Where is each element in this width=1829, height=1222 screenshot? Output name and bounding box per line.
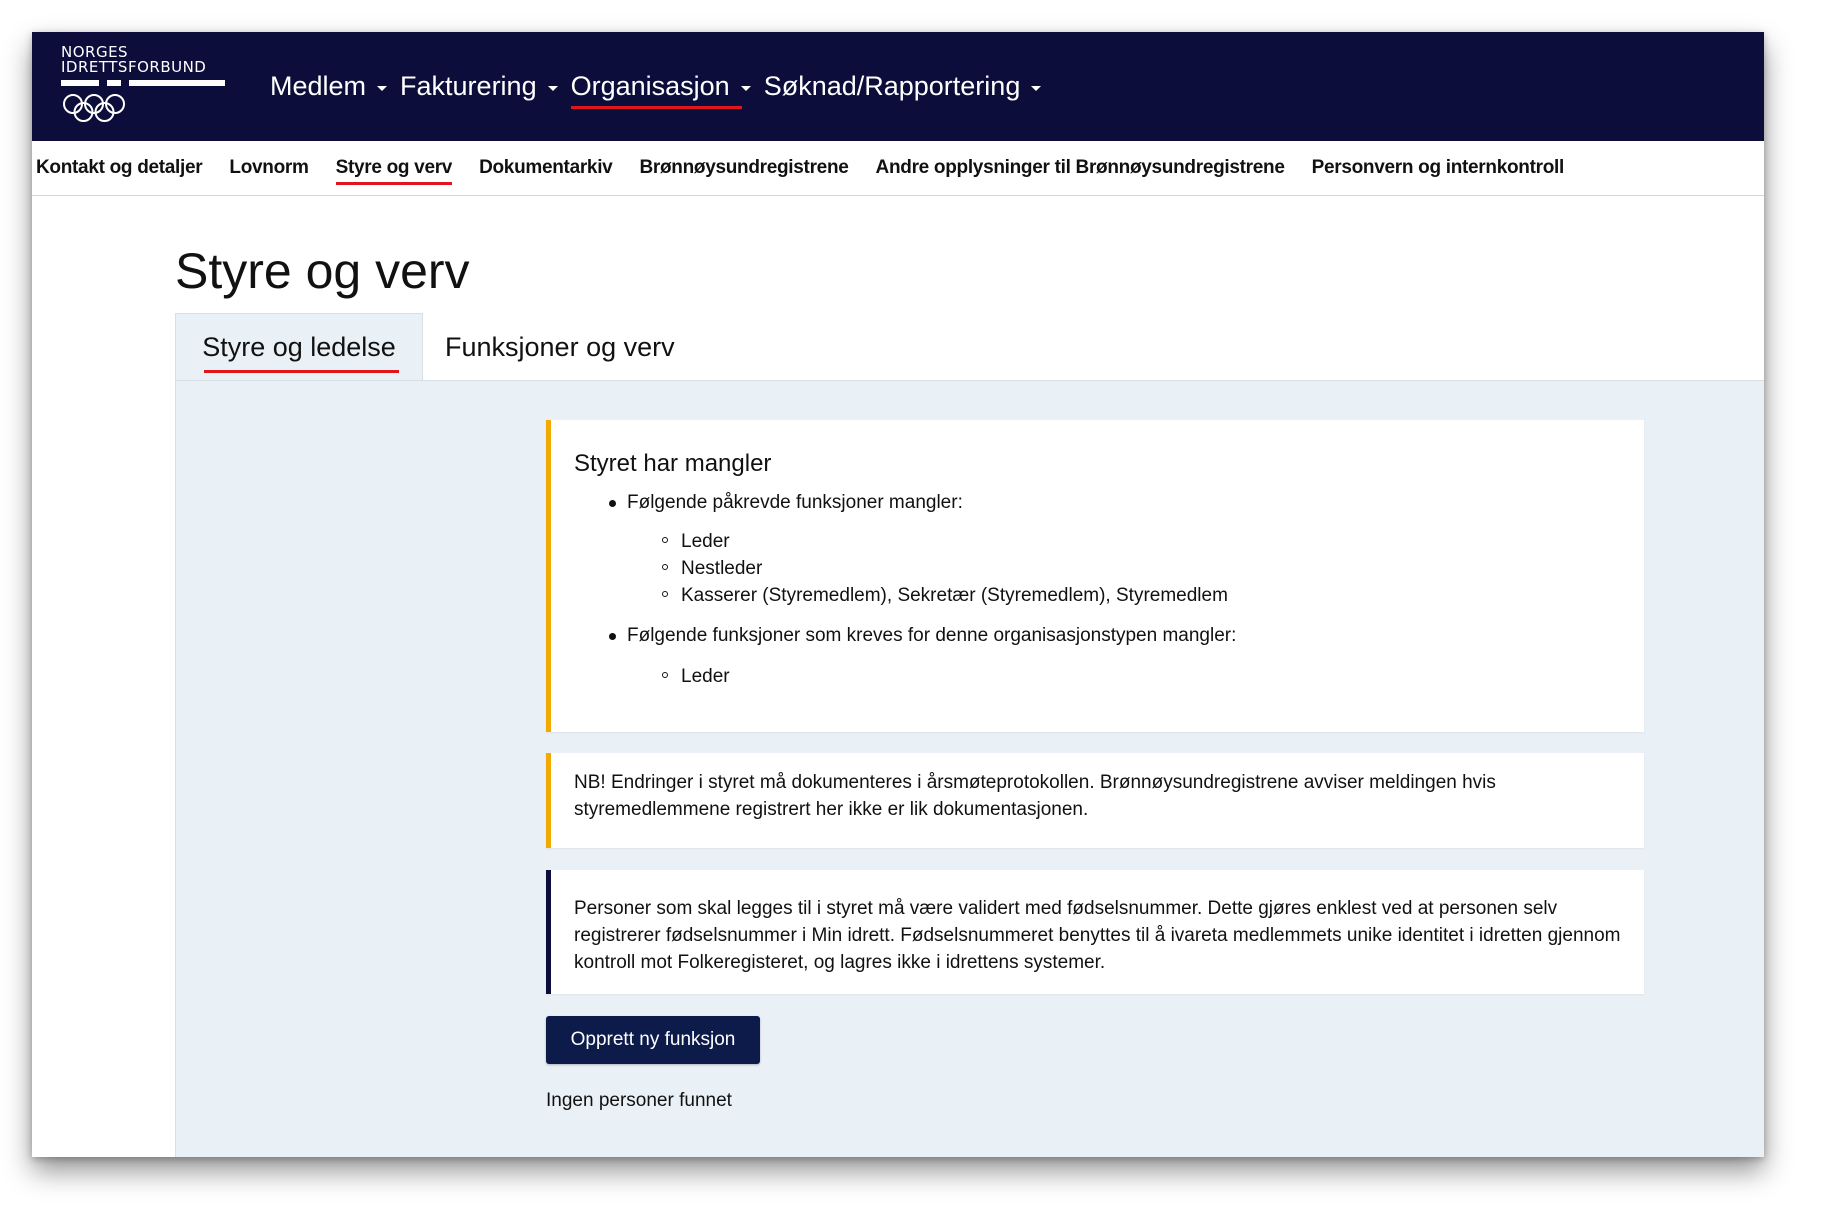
sub-list-item: Leder — [662, 663, 1627, 690]
olympic-rings-icon — [63, 94, 125, 122]
main-menu-label: Søknad/Rapportering — [763, 70, 1021, 101]
main-menu-label: Fakturering — [400, 70, 537, 101]
empty-state-text: Ingen personer funnet — [546, 1090, 732, 1111]
browser-window: NORGES IDRETTSFORBUND Medlem Fakturering… — [32, 32, 1764, 1157]
subnav-lovnorm[interactable]: Lovnorm — [229, 157, 308, 179]
nif-logo[interactable]: NORGES IDRETTSFORBUND — [61, 43, 225, 131]
tab-styre-og-ledelse[interactable]: Styre og ledelse — [175, 313, 423, 381]
tab-label: Funksjoner og verv — [445, 331, 675, 362]
alert-text: Personer som skal legges til i styret må… — [574, 898, 1621, 973]
sub-list-item: Leder — [662, 528, 1627, 555]
subnav-kontakt-og-detaljer[interactable]: Kontakt og detaljer — [36, 157, 203, 179]
nb-notice-alert: NB! Endringer i styret må dokumenteres i… — [546, 753, 1644, 848]
logo-flag-bars — [61, 80, 225, 86]
caret-down-icon — [1031, 85, 1042, 91]
sub-list: Leder — [627, 663, 1627, 690]
list-item: Følgende påkrevde funksjoner mangler: Le… — [609, 490, 1627, 609]
main-menu-label: Medlem — [270, 70, 367, 101]
sub-list-item: Kasserer (Styremedlem), Sekretær (Styrem… — [662, 582, 1627, 609]
page-title: Styre og verv — [175, 243, 470, 299]
main-menu-medlem[interactable]: Medlem — [270, 62, 388, 110]
sub-list-item: Nestleder — [662, 555, 1627, 582]
main-menu-organisasjon[interactable]: Organisasjon — [570, 62, 751, 110]
logo-text-line2: IDRETTSFORBUND — [61, 58, 207, 76]
sub-navigation: Kontakt og detaljer Lovnorm Styre og ver… — [32, 141, 1764, 196]
subnav-styre-og-verv[interactable]: Styre og verv — [335, 157, 452, 185]
main-menu: Medlem Fakturering Organisasjon Søknad/R… — [270, 62, 1054, 110]
missing-functions-alert: Styret har mangler Følgende påkrevde fun… — [546, 420, 1644, 732]
subnav-personvern-og-internkontroll[interactable]: Personvern og internkontroll — [1312, 157, 1565, 179]
validation-info-alert: Personer som skal legges til i styret må… — [546, 870, 1644, 994]
tab-bar: Styre og ledelse Funksjoner og verv — [175, 313, 1764, 381]
missing-list: Følgende påkrevde funksjoner mangler: Le… — [609, 490, 1627, 690]
subnav-andre-opplysninger[interactable]: Andre opplysninger til Brønnøysundregist… — [876, 157, 1285, 179]
tab-label: Styre og ledelse — [202, 332, 399, 373]
list-item-text: Følgende funksjoner som kreves for denne… — [627, 625, 1237, 646]
alert-text: NB! Endringer i styret må dokumenteres i… — [574, 772, 1496, 820]
list-item: Følgende funksjoner som kreves for denne… — [609, 623, 1627, 690]
tab-funksjoner-og-verv[interactable]: Funksjoner og verv — [445, 313, 675, 381]
sub-list: Leder Nestleder Kasserer (Styremedlem), … — [627, 528, 1627, 609]
main-menu-fakturering[interactable]: Fakturering — [400, 62, 558, 110]
caret-down-icon — [377, 85, 388, 91]
main-menu-soknad-rapportering[interactable]: Søknad/Rapportering — [764, 62, 1042, 110]
main-menu-label: Organisasjon — [570, 70, 742, 109]
top-navigation-bar: NORGES IDRETTSFORBUND Medlem Fakturering… — [32, 32, 1764, 141]
caret-down-icon — [740, 85, 751, 91]
list-item-text: Følgende påkrevde funksjoner mangler: — [627, 492, 963, 513]
alert-title: Styret har mangler — [574, 450, 772, 477]
caret-down-icon — [547, 85, 558, 91]
create-function-button[interactable]: Opprett ny funksjon — [546, 1016, 760, 1064]
subnav-dokumentarkiv[interactable]: Dokumentarkiv — [479, 157, 613, 179]
subnav-bronnoysundregistrene[interactable]: Brønnøysundregistrene — [639, 157, 848, 179]
